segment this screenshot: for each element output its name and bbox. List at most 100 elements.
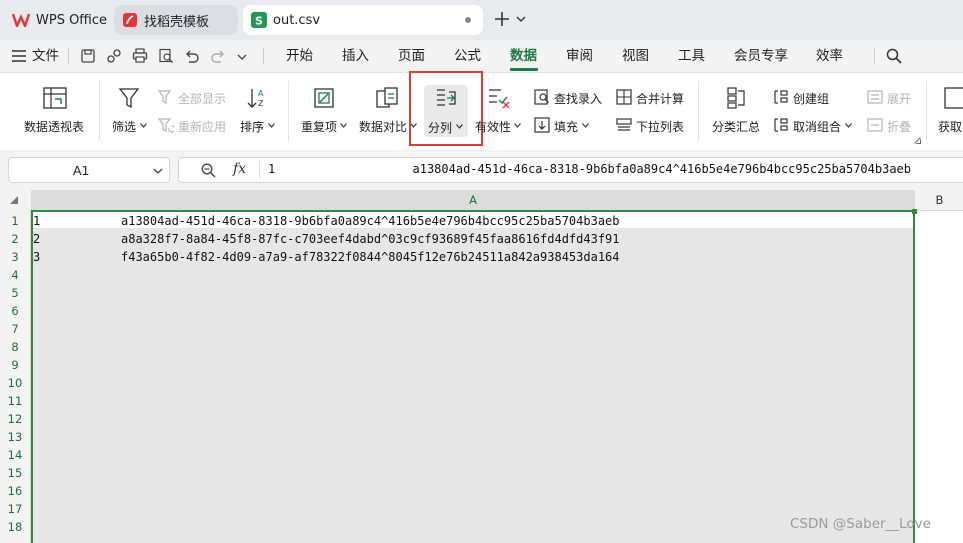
sort-az-icon: AZ — [246, 87, 268, 109]
row-header-1[interactable]: 1 — [0, 212, 30, 230]
tab-out-csv[interactable]: S out.csv — [243, 5, 483, 35]
dropdown-list-icon — [616, 117, 632, 133]
tab-wps-office[interactable]: WPS Office — [4, 5, 109, 35]
cell-a1-text[interactable]: a13804ad-451d-46ca-8318-9b6bfa0a89c4^416… — [121, 212, 620, 230]
wps-logo-icon — [12, 13, 30, 27]
menu-efficiency[interactable]: 效率 — [816, 40, 843, 72]
find-entry-button[interactable]: 查找录入 — [534, 89, 606, 107]
chevron-down-icon — [140, 123, 147, 128]
data-compare-icon — [376, 87, 398, 109]
function-fx-icon[interactable]: fx — [233, 161, 246, 177]
menu-review[interactable]: 审阅 — [566, 40, 593, 72]
chevron-down-icon[interactable] — [153, 168, 163, 175]
tab-list-chevron-icon[interactable] — [516, 15, 526, 23]
formula-input-area[interactable]: fx 1 a13804ad-451d-46ca-8318-9b6bfa0a89c… — [178, 157, 963, 183]
pivot-table-label: 数据透视表 — [24, 120, 85, 134]
row-header[interactable]: 13 — [0, 428, 30, 446]
row-header[interactable]: 17 — [0, 500, 30, 518]
chevron-down-icon — [845, 123, 852, 128]
menu-file[interactable]: 文件 — [32, 40, 59, 72]
duplicates-icon — [313, 87, 335, 109]
menu-formula[interactable]: 公式 — [454, 40, 481, 72]
menu-view[interactable]: 视图 — [622, 40, 649, 72]
row-header[interactable]: 6 — [0, 302, 30, 320]
undo-icon[interactable] — [184, 48, 200, 64]
active-menu-underline — [510, 68, 538, 71]
sort-button[interactable]: AZ 排序 — [236, 85, 278, 135]
menu-tools[interactable]: 工具 — [678, 40, 705, 72]
menu-divider — [874, 48, 875, 64]
hamburger-menu-icon[interactable] — [12, 50, 26, 62]
menu-insert[interactable]: 插入 — [342, 40, 369, 72]
row-header[interactable]: 12 — [0, 410, 30, 428]
cell-a3-text[interactable]: f43a65b0-4f82-4d09-a7a9-af78322f0844^804… — [121, 248, 620, 266]
fill-button[interactable]: 填充 — [534, 117, 594, 135]
filter-button[interactable]: 筛选 — [108, 85, 150, 135]
pivot-table-icon — [43, 87, 67, 109]
tab-docer-templates[interactable]: 找稻壳模板 — [114, 5, 238, 35]
dropdown-list-label: 下拉列表 — [636, 120, 685, 134]
spreadsheet-s-icon: S — [251, 12, 267, 28]
row-header[interactable]: 18 — [0, 518, 30, 536]
column-header-a[interactable]: A — [31, 190, 915, 210]
collapse-button[interactable]: 折叠 — [867, 117, 915, 135]
row-header[interactable]: 8 — [0, 338, 30, 356]
cell-a2-text[interactable]: a8a328f7-8a84-45f8-87fc-c703eef4dabd^03c… — [121, 230, 620, 248]
dropdown-list-button[interactable]: 下拉列表 — [616, 117, 688, 135]
consolidate-button[interactable]: 合并计算 — [616, 89, 688, 107]
unsaved-dot-icon[interactable] — [465, 17, 471, 23]
redo-icon[interactable] — [210, 48, 226, 64]
row-header[interactable]: 4 — [0, 266, 30, 284]
zoom-search-icon[interactable] — [201, 163, 216, 178]
get-data-button[interactable]: 获取 — [936, 85, 963, 135]
create-group-button[interactable]: 创建组 — [773, 89, 833, 107]
print-icon[interactable] — [132, 48, 148, 64]
ungroup-button[interactable]: 取消组合 — [773, 117, 855, 135]
subtotal-label: 分类汇总 — [712, 120, 761, 134]
duplicates-button[interactable]: 重复项 — [299, 85, 349, 135]
menu-member[interactable]: 会员专享 — [734, 40, 788, 72]
menu-page[interactable]: 页面 — [398, 40, 425, 72]
new-tab-plus-icon[interactable] — [494, 11, 510, 27]
fill-handle[interactable] — [912, 209, 917, 214]
row-header[interactable]: 11 — [0, 392, 30, 410]
row-header[interactable]: 7 — [0, 320, 30, 338]
ribbon-divider — [698, 81, 699, 141]
watermark: CSDN @Saber__Love — [790, 516, 931, 532]
row-header[interactable]: 9 — [0, 356, 30, 374]
row-header[interactable]: 16 — [0, 482, 30, 500]
cell-a3-number[interactable]: 3 — [33, 248, 40, 266]
select-all-corner[interactable] — [0, 190, 30, 210]
row-header[interactable]: 15 — [0, 464, 30, 482]
filter-funnel-icon — [118, 87, 140, 109]
expand-icon — [867, 89, 883, 105]
formula-value[interactable]: 1 a13804ad-451d-46ca-8318-9b6bfa0a89c4^4… — [268, 162, 911, 176]
row-header[interactable]: 14 — [0, 446, 30, 464]
menu-start[interactable]: 开始 — [286, 40, 313, 72]
row-header-2[interactable]: 2 — [0, 230, 30, 248]
print-preview-icon[interactable] — [158, 48, 174, 64]
validity-label: 有效性 — [475, 120, 512, 134]
expand-button[interactable]: 展开 — [867, 89, 915, 107]
ribbon-divider — [926, 81, 927, 141]
spreadsheet-grid: A B 1 1 a13804ad-451d-46ca-8318-9b6bfa0a… — [0, 190, 963, 543]
cell-a2-number[interactable]: 2 — [33, 230, 40, 248]
cell-a1-number[interactable]: 1 — [33, 212, 40, 230]
row-header[interactable]: 5 — [0, 284, 30, 302]
column-header-b[interactable]: B — [916, 190, 963, 210]
subtotal-button[interactable]: 分类汇总 — [710, 85, 764, 135]
svg-text:Z: Z — [258, 99, 264, 108]
quick-access-chevron-icon[interactable] — [237, 53, 247, 61]
pivot-table-button[interactable]: 数据透视表 — [22, 85, 88, 135]
save-icon[interactable] — [80, 48, 96, 64]
chevron-down-icon — [340, 123, 347, 128]
validity-button[interactable]: 有效性 — [475, 85, 524, 135]
row-header[interactable]: 10 — [0, 374, 30, 392]
find-entry-icon — [534, 89, 550, 105]
name-box[interactable]: A1 — [8, 157, 170, 183]
dialog-launcher-icon[interactable] — [914, 137, 921, 144]
share-icon[interactable] — [106, 48, 122, 64]
expand-label: 展开 — [887, 92, 912, 106]
row-header-3[interactable]: 3 — [0, 248, 30, 266]
search-icon[interactable] — [886, 48, 902, 64]
